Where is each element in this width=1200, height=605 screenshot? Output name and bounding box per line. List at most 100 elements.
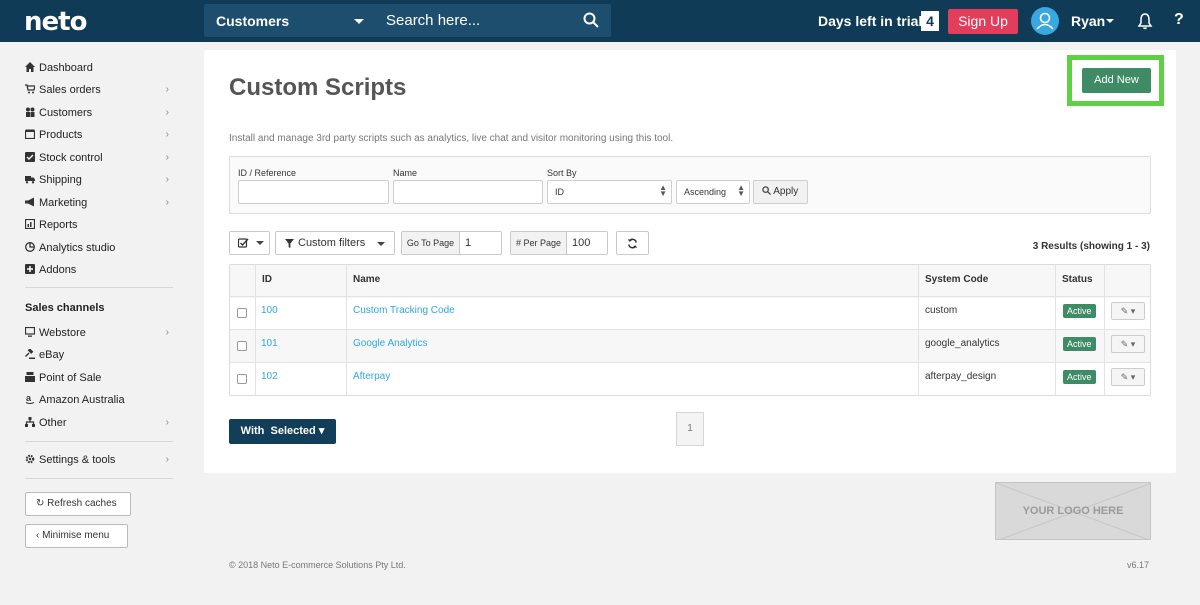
edit-icon: ✎ <box>1120 306 1129 316</box>
sidebar-item-settings-tools[interactable]: Settings & tools › <box>25 450 173 470</box>
bell-icon[interactable] <box>1137 12 1153 30</box>
status-badge: Active <box>1063 370 1096 384</box>
box-icon <box>25 129 35 139</box>
chevron-right-icon: › <box>165 152 169 163</box>
search-category-select[interactable]: Customers <box>204 4 374 37</box>
analytics-icon <box>25 242 35 252</box>
chevron-down-icon: ▾ <box>1130 339 1136 349</box>
per-page-input[interactable]: 100 <box>572 237 590 249</box>
sort-by-select[interactable]: ID ▲ ▼ <box>547 180 672 204</box>
sidebar-item-label: Addons <box>39 264 77 276</box>
sidebar-item-analytics-studio[interactable]: Analytics studio <box>25 238 173 258</box>
chevron-right-icon: › <box>165 84 169 95</box>
add-new-button[interactable]: Add New <box>1082 68 1151 93</box>
sidebar-item-stock-control[interactable]: Stock control › <box>25 148 173 168</box>
row-name-link[interactable]: Google Analytics <box>353 338 428 349</box>
row-checkbox[interactable] <box>237 341 247 351</box>
refresh-caches-button[interactable]: ↻ Refresh caches <box>25 492 131 516</box>
column-header-name[interactable]: Name <box>353 274 380 285</box>
chevron-right-icon: › <box>165 174 169 185</box>
search-icon <box>762 186 771 195</box>
search-icon[interactable] <box>583 12 599 28</box>
name-input[interactable] <box>393 180 543 204</box>
scripts-table: ID Name System Code Status 100 Custom Tr… <box>229 264 1151 396</box>
sidebar-divider <box>25 441 173 442</box>
sidebar-item-label: Analytics studio <box>39 242 116 254</box>
bulk-select-dropdown[interactable] <box>229 231 270 255</box>
sidebar-item-addons[interactable]: Addons <box>25 260 173 280</box>
sidebar-item-webstore[interactable]: Webstore › <box>25 323 173 343</box>
refresh-icon <box>627 238 638 249</box>
app-version: v6.17 <box>1127 560 1150 570</box>
chevron-down-icon <box>1106 19 1114 23</box>
row-id-link[interactable]: 100 <box>261 305 278 316</box>
sidebar-item-sales-orders[interactable]: Sales orders › <box>25 80 173 100</box>
sidebar-item-other[interactable]: Other › <box>25 413 173 433</box>
row-system-code: google_analytics <box>925 338 1000 349</box>
sidebar-item-amazon-australia[interactable]: a Amazon Australia <box>25 390 173 410</box>
column-header-id[interactable]: ID <box>262 274 272 285</box>
row-id-link[interactable]: 102 <box>261 371 278 382</box>
sidebar-divider <box>25 287 173 288</box>
id-reference-input[interactable] <box>238 180 389 204</box>
page-title: Custom Scripts <box>229 74 407 101</box>
sidebar-item-ebay[interactable]: eBay <box>25 345 173 365</box>
logo-placeholder: YOUR LOGO HERE <box>995 482 1151 540</box>
trial-label: Days left in trial <box>818 13 923 29</box>
pagination-page-1[interactable]: 1 <box>676 412 704 446</box>
row-action-dropdown[interactable]: ✎ ▾ <box>1111 368 1145 386</box>
truck-icon <box>25 176 35 184</box>
edit-icon: ✎ <box>1120 372 1129 382</box>
with-selected-button[interactable]: With Selected ▾ <box>229 419 336 444</box>
custom-filters-dropdown[interactable]: Custom filters <box>275 231 395 255</box>
with-selected-label: With Selected <box>240 425 316 437</box>
row-action-dropdown[interactable]: ✎ ▾ <box>1111 335 1145 353</box>
refresh-caches-label: Refresh caches <box>47 498 117 509</box>
per-page-label: # Per Page <box>511 232 567 254</box>
row-checkbox[interactable] <box>237 308 247 318</box>
custom-filters-label: Custom filters <box>298 237 366 249</box>
user-menu[interactable]: Ryan <box>1071 13 1105 29</box>
help-icon[interactable]: ? <box>1174 11 1184 29</box>
sidebar-item-dashboard[interactable]: Dashboard <box>25 58 173 78</box>
neto-logo[interactable]: neto <box>24 7 87 37</box>
page-description: Install and manage 3rd party scripts suc… <box>229 133 674 144</box>
megaphone-icon <box>25 197 34 207</box>
avatar[interactable] <box>1031 7 1059 35</box>
main-panel: Custom Scripts Add New Install and manag… <box>204 50 1176 473</box>
status-badge: Active <box>1063 337 1096 351</box>
col-divider <box>346 265 347 395</box>
apply-button[interactable]: Apply <box>753 180 808 204</box>
minimise-menu-button[interactable]: ‹ Minimise menu <box>25 524 128 548</box>
row-name-link[interactable]: Custom Tracking Code <box>353 305 455 316</box>
sign-up-button[interactable]: Sign Up <box>948 9 1018 34</box>
sidebar-item-reports[interactable]: Reports <box>25 215 173 235</box>
minimise-menu-label: Minimise menu <box>42 530 110 541</box>
checkbox-check-icon <box>238 238 249 248</box>
row-id-link[interactable]: 101 <box>261 338 278 349</box>
top-bar: neto Customers Search here... Days left … <box>0 0 1200 42</box>
column-header-system-code[interactable]: System Code <box>925 274 988 285</box>
results-count: 3 Results (showing 1 - 3) <box>1032 241 1150 252</box>
sitemap-icon <box>25 417 35 427</box>
row-checkbox[interactable] <box>237 374 247 384</box>
sidebar-item-products[interactable]: Products › <box>25 125 173 145</box>
row-action-dropdown[interactable]: ✎ ▾ <box>1111 302 1145 320</box>
sidebar-item-label: Reports <box>39 219 78 231</box>
sidebar-item-marketing[interactable]: Marketing › <box>25 193 173 213</box>
go-to-page-input[interactable]: 1 <box>465 237 471 249</box>
go-to-page-group: Go To Page 1 <box>401 231 502 255</box>
sidebar-item-label: Other <box>39 417 67 429</box>
select-arrows-icon: ▲ ▼ <box>659 183 667 198</box>
sort-order-select[interactable]: Ascending ▲ ▼ <box>676 180 750 204</box>
sidebar-item-customers[interactable]: Customers › <box>25 103 173 123</box>
status-badge: Active <box>1063 304 1096 318</box>
sidebar-item-point-of-sale[interactable]: Point of Sale <box>25 368 173 388</box>
refresh-button[interactable] <box>616 231 649 255</box>
chevron-down-icon <box>354 19 364 24</box>
sidebar-item-shipping[interactable]: Shipping › <box>25 170 173 190</box>
select-arrows-icon: ▲ ▼ <box>737 183 745 198</box>
row-name-link[interactable]: Afterpay <box>353 371 390 382</box>
search-input[interactable]: Search here... <box>374 4 611 37</box>
column-header-status[interactable]: Status <box>1062 274 1093 285</box>
